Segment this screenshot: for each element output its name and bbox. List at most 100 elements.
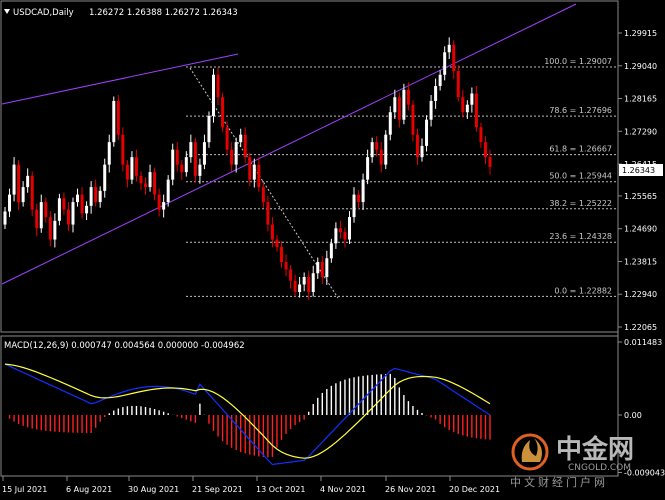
- candle-body: [289, 269, 293, 281]
- fib-level-label: 61.8 = 1.26667: [549, 145, 612, 154]
- candle-body: [470, 93, 474, 105]
- price-tick-label: 1.24690: [624, 225, 657, 234]
- time-tick-label: 30 Aug 2021: [128, 485, 179, 494]
- candle-body: [388, 112, 392, 135]
- candle-body: [438, 74, 442, 86]
- candle-body: [479, 127, 483, 143]
- candle-body: [425, 119, 429, 146]
- candle-body: [298, 284, 302, 292]
- candle-body: [302, 277, 306, 285]
- chart-window[interactable]: 中金网 CNGOLD.COM 中文财经门户网 100.0 = 1.29007 78…: [0, 0, 665, 500]
- candle-body: [411, 104, 415, 135]
- candle-body: [325, 258, 329, 278]
- candle-body: [21, 187, 25, 203]
- candle-body: [248, 157, 252, 180]
- candle-body: [361, 179, 365, 203]
- candle-body: [243, 134, 247, 158]
- candle-body: [474, 93, 478, 128]
- candle-body: [212, 74, 216, 116]
- fib-level-label: 100.0 = 1.29007: [544, 57, 612, 66]
- candle-body: [157, 194, 161, 210]
- candle-body: [429, 100, 433, 120]
- time-tick-label: 6 Aug 2021: [66, 485, 112, 494]
- candle-body: [125, 164, 129, 180]
- fib-level-label: 50.0 = 1.25944: [549, 172, 612, 181]
- candle-body: [148, 172, 152, 188]
- candle-body: [112, 100, 116, 143]
- price-tick-label: 1.29040: [624, 62, 657, 71]
- candle-body: [452, 44, 456, 72]
- candle-body: [94, 187, 98, 203]
- candle-body: [103, 164, 107, 191]
- candle-body: [17, 164, 21, 203]
- candle-body: [193, 142, 197, 176]
- candle-body: [279, 247, 283, 263]
- candle-body: [311, 273, 315, 292]
- candle-body: [98, 190, 102, 203]
- candle-body: [329, 243, 333, 259]
- price-tick-label: 1.28165: [624, 95, 657, 104]
- candle-body: [57, 198, 61, 221]
- candle-body: [66, 209, 70, 225]
- candle-body: [71, 202, 75, 225]
- candle-body: [343, 232, 347, 240]
- chart-ohlc: 1.26272 1.26388 1.26272 1.26343: [89, 8, 238, 18]
- candle-body: [370, 142, 374, 158]
- time-tick-label: 13 Oct 2021: [256, 485, 305, 494]
- macd-tick-label: 0.011483: [624, 338, 662, 347]
- price-tick-label: 1.22065: [624, 323, 657, 332]
- candle-body: [275, 239, 279, 248]
- candle-body: [35, 209, 39, 229]
- candle-body: [347, 217, 351, 240]
- candle-body: [284, 262, 288, 270]
- price-tick-label: 1.29915: [624, 29, 657, 38]
- candle-body: [184, 157, 188, 173]
- candle-body: [406, 89, 410, 105]
- candle-body: [379, 149, 383, 165]
- candle-body: [221, 97, 225, 128]
- chart-symbol: USDCAD,Daily: [13, 8, 74, 18]
- candle-body: [415, 134, 419, 158]
- macd-header: MACD(12,26,9) 0.000747 0.004564 0.000000…: [4, 341, 245, 351]
- candle-body: [384, 134, 388, 165]
- price-tick-label: 1.23815: [624, 257, 657, 266]
- candle-body: [130, 157, 134, 180]
- candle-body: [234, 142, 238, 165]
- watermark-brand: 中金网: [556, 434, 634, 465]
- macd-tick-label: -0.009043: [624, 468, 665, 477]
- candle-body: [3, 211, 7, 225]
- current-price-tag: 1.26343: [619, 164, 663, 176]
- candle-body: [216, 74, 220, 98]
- candle-body: [26, 175, 30, 188]
- candle-body: [107, 142, 111, 165]
- candle-body: [402, 89, 406, 120]
- candle-body: [320, 262, 324, 278]
- candle-body: [44, 202, 48, 218]
- candle-body: [189, 142, 193, 158]
- candle-body: [180, 164, 184, 173]
- candle-body: [53, 220, 57, 240]
- candle-body: [420, 145, 424, 158]
- chart-header: USDCAD,Daily 1.26272 1.26388 1.26272 1.2…: [4, 8, 238, 18]
- candle-body: [352, 194, 356, 218]
- time-tick-label: 20 Dec 2021: [449, 485, 500, 494]
- macd-tick-label: 0.00: [624, 411, 642, 420]
- candle-body: [461, 97, 465, 113]
- candle-body: [239, 134, 243, 143]
- fib-level-label: 38.2 = 1.25222: [549, 199, 612, 208]
- candle-body: [252, 164, 256, 180]
- candle-body: [447, 44, 451, 53]
- candle-body: [261, 187, 265, 203]
- candle-body: [443, 52, 447, 75]
- candle-body: [139, 175, 143, 184]
- candle-body: [293, 280, 297, 292]
- candle-body: [266, 202, 270, 225]
- candle-body: [171, 149, 175, 180]
- candle-body: [162, 202, 166, 210]
- candle-body: [8, 194, 12, 212]
- candle-body: [375, 142, 379, 150]
- candle-body: [483, 142, 487, 158]
- fib-level-label: 0.0 = 1.22882: [554, 286, 612, 295]
- candle-body: [316, 262, 320, 274]
- candle-body: [488, 157, 492, 167]
